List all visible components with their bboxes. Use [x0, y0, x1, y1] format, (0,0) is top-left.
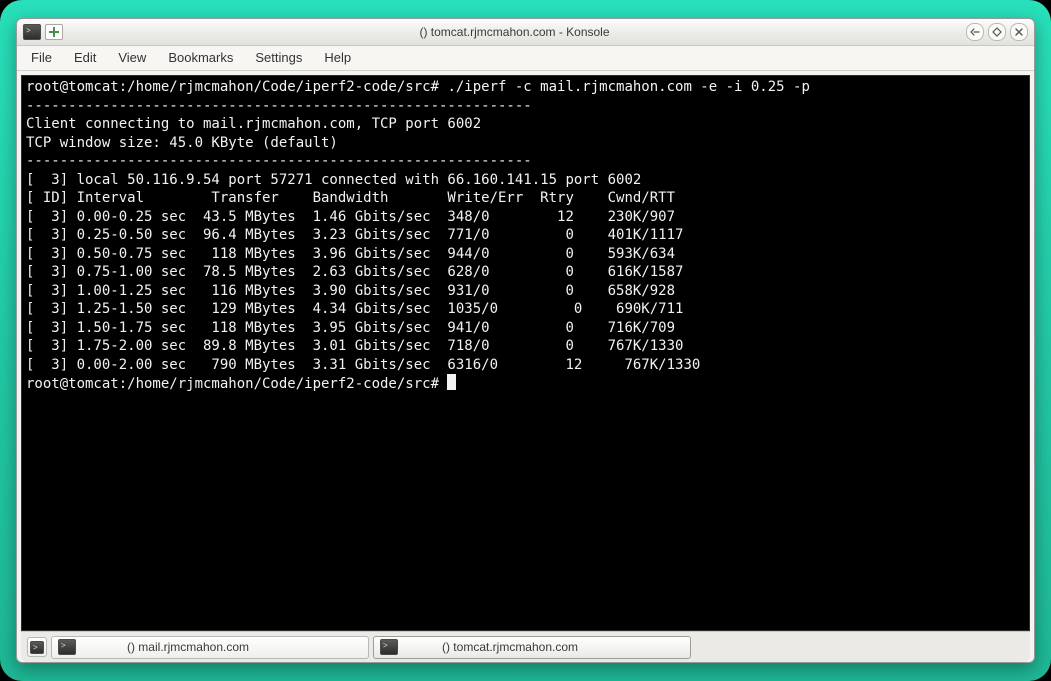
output-header: [ ID] Interval Transfer Bandwidth Write/… — [26, 190, 675, 206]
output-row: [ 3] 1.25-1.50 sec 129 MBytes 4.34 Gbits… — [26, 301, 683, 317]
output-line: Client connecting to mail.rjmcmahon.com,… — [26, 116, 481, 132]
output-row: [ 3] 1.50-1.75 sec 118 MBytes 3.95 Gbits… — [26, 320, 675, 336]
output-row: [ 3] 0.00-2.00 sec 790 MBytes 3.31 Gbits… — [26, 357, 700, 373]
menu-file[interactable]: File — [21, 48, 62, 68]
command: ./iperf -c mail.rjmcmahon.com -e -i 0.25… — [439, 79, 810, 95]
tab-label: () tomcat.rjmcmahon.com — [442, 640, 578, 654]
minimize-button[interactable] — [966, 23, 984, 41]
titlebar-left — [23, 24, 63, 40]
menu-settings[interactable]: Settings — [245, 48, 312, 68]
maximize-button[interactable] — [988, 23, 1006, 41]
output-row: [ 3] 0.50-0.75 sec 118 MBytes 3.96 Gbits… — [26, 246, 675, 262]
app-icon — [23, 24, 41, 40]
prompt: root@tomcat:/home/rjmcmahon/Code/iperf2-… — [26, 376, 447, 392]
cursor — [447, 374, 456, 390]
output-row: [ 3] 0.00-0.25 sec 43.5 MBytes 1.46 Gbit… — [26, 209, 675, 225]
prompt: root@tomcat:/home/rjmcmahon/Code/iperf2-… — [26, 79, 439, 95]
tab-tomcat[interactable]: () tomcat.rjmcmahon.com — [373, 636, 691, 659]
menu-bookmarks[interactable]: Bookmarks — [158, 48, 243, 68]
tabbar: () mail.rjmcmahon.com () tomcat.rjmcmaho… — [21, 631, 1030, 662]
output-line: ----------------------------------------… — [26, 153, 532, 169]
output-row: [ 3] 0.25-0.50 sec 96.4 MBytes 3.23 Gbit… — [26, 227, 683, 243]
output-row: [ 3] 0.75-1.00 sec 78.5 MBytes 2.63 Gbit… — [26, 264, 683, 280]
titlebar-right — [966, 23, 1028, 41]
terminal-icon — [58, 639, 76, 655]
terminal-icon — [380, 639, 398, 655]
output-line: [ 3] local 50.116.9.54 port 57271 connec… — [26, 172, 641, 188]
new-tab-icon[interactable] — [45, 24, 63, 40]
menu-edit[interactable]: Edit — [64, 48, 106, 68]
new-tab-button[interactable] — [27, 637, 47, 657]
menubar: File Edit View Bookmarks Settings Help — [17, 46, 1034, 71]
tab-label: () mail.rjmcmahon.com — [127, 640, 249, 654]
output-row: [ 3] 1.75-2.00 sec 89.8 MBytes 3.01 Gbit… — [26, 338, 683, 354]
menu-view[interactable]: View — [108, 48, 156, 68]
output-line: TCP window size: 45.0 KByte (default) — [26, 135, 338, 151]
close-button[interactable] — [1010, 23, 1028, 41]
output-row: [ 3] 1.00-1.25 sec 116 MBytes 3.90 Gbits… — [26, 283, 675, 299]
tab-mail[interactable]: () mail.rjmcmahon.com — [51, 636, 369, 659]
terminal[interactable]: root@tomcat:/home/rjmcmahon/Code/iperf2-… — [21, 75, 1030, 631]
window-title: () tomcat.rjmcmahon.com - Konsole — [63, 25, 966, 39]
konsole-window: () tomcat.rjmcmahon.com - Konsole File E… — [16, 18, 1035, 663]
output-line: ----------------------------------------… — [26, 98, 532, 114]
titlebar[interactable]: () tomcat.rjmcmahon.com - Konsole — [17, 19, 1034, 46]
menu-help[interactable]: Help — [314, 48, 361, 68]
terminal-icon — [30, 641, 44, 654]
